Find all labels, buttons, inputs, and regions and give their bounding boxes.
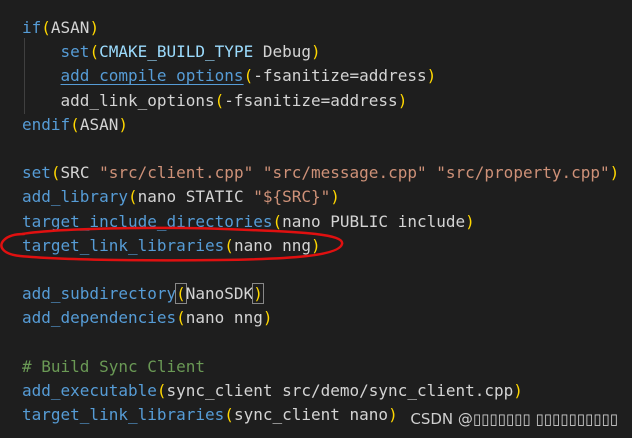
code-token: ( xyxy=(127,187,138,207)
code-token: ( xyxy=(272,211,283,231)
code-line[interactable]: target_include_directories(nano PUBLIC i… xyxy=(22,210,475,234)
code-token: ( xyxy=(214,90,225,110)
code-token: set xyxy=(60,42,90,62)
code-editor[interactable]: if(ASAN) set(CMAKE_BUILD_TYPE Debug) add… xyxy=(0,0,632,438)
code-token: target_link_libraries xyxy=(22,235,225,255)
code-token: ( xyxy=(224,235,234,255)
code-token: ) xyxy=(388,405,398,425)
code-token: nano STATIC xyxy=(137,187,254,207)
code-token: sync_client src/demo/sync_client.cpp xyxy=(166,381,514,400)
code-line[interactable]: set(CMAKE_BUILD_TYPE Debug) xyxy=(22,40,321,64)
code-token: ( xyxy=(41,18,51,37)
code-token: ( xyxy=(176,308,186,328)
code-line[interactable]: add_subdirectory(NanoSDK) xyxy=(22,282,264,306)
code-token: SRC xyxy=(60,163,100,183)
code-token: add_compile_options xyxy=(60,66,244,86)
code-token: -fsanitize=address xyxy=(253,66,427,86)
code-token: sync_client nano xyxy=(233,405,389,425)
code-line[interactable]: add_compile_options(-fsanitize=address) xyxy=(22,64,437,88)
code-line[interactable]: # Build Sync Client xyxy=(22,355,205,379)
code-token: ) xyxy=(311,42,321,62)
code-token: ( xyxy=(243,66,254,86)
code-token: ) xyxy=(426,66,437,86)
code-token: CMAKE_BUILD_TYPE xyxy=(99,42,254,62)
code-line[interactable]: add_executable(sync_client src/demo/sync… xyxy=(22,379,523,403)
code-token: target_include_directories xyxy=(22,211,273,231)
code-token: "src/message.cpp" xyxy=(262,163,427,183)
code-token: target_link_libraries xyxy=(22,405,225,425)
code-token: ) xyxy=(311,235,321,255)
code-token: add_subdirectory xyxy=(22,284,177,304)
code-token: "${SRC}" xyxy=(253,187,331,207)
code-token: ) xyxy=(609,163,620,183)
code-token: add_library xyxy=(22,187,128,207)
code-token: ) xyxy=(513,381,523,400)
code-token: "src/property.cpp" xyxy=(436,163,610,183)
code-token: ASAN xyxy=(50,18,90,37)
code-line[interactable]: set(SRC "src/client.cpp" "src/message.cp… xyxy=(22,161,619,185)
code-token: if xyxy=(22,18,42,37)
code-token: ) xyxy=(118,114,128,134)
code-token: ) xyxy=(397,90,408,110)
code-line[interactable]: add_library(nano STATIC "${SRC}") xyxy=(22,185,340,209)
code-token: add_link_options xyxy=(22,90,215,110)
code-token: add_dependencies xyxy=(22,308,177,328)
code-token: nano nng xyxy=(233,235,311,255)
code-token: endif xyxy=(22,114,71,134)
code-token: ) xyxy=(89,18,100,37)
code-token: NanoSDK xyxy=(185,284,254,304)
code-line[interactable]: target_link_libraries(nano nng) xyxy=(22,234,321,258)
code-line[interactable]: target_link_libraries(sync_client nano) xyxy=(22,403,398,427)
code-token: ( xyxy=(70,114,80,134)
code-token: "src/client.cpp" xyxy=(99,163,254,183)
code-token: ( xyxy=(50,163,61,183)
code-token: ( xyxy=(224,405,234,425)
code-token: ( xyxy=(89,42,100,62)
code-token: ) xyxy=(330,187,340,207)
code-token: -fsanitize=address xyxy=(224,90,398,110)
code-token: # Build Sync Client xyxy=(22,356,206,376)
code-token: nano nng xyxy=(185,308,263,328)
code-token: ) xyxy=(252,283,264,305)
code-token: ( xyxy=(156,381,167,400)
code-line[interactable]: add_link_options(-fsanitize=address) xyxy=(22,89,408,113)
code-token: nano PUBLIC include xyxy=(282,211,466,231)
code-token: set xyxy=(22,163,51,183)
code-token: ) xyxy=(262,308,273,328)
code-token: ASAN xyxy=(79,114,119,134)
code-line[interactable]: add_dependencies(nano nng) xyxy=(22,306,272,330)
code-token: Debug xyxy=(253,42,311,62)
code-token: add_executable xyxy=(22,381,157,400)
code-line[interactable]: if(ASAN) xyxy=(22,16,99,40)
csdn-watermark: CSDN @▯▯▯▯▯▯▯ ▯▯▯▯▯▯▯▯▯▯ xyxy=(410,410,618,428)
code-token: ( xyxy=(175,283,187,305)
code-token: ) xyxy=(465,211,475,231)
code-line[interactable]: endif(ASAN) xyxy=(22,113,128,137)
